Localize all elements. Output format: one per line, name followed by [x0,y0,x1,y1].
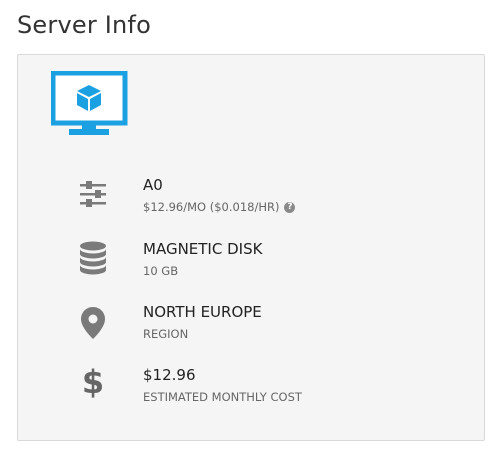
disk-type-title: MAGNETIC DISK [143,240,263,258]
server-info-page: Server Info A0 $12.96/MO ($0.018/HR) ? M… [0,0,500,454]
region-row: NORTH EUROPE REGION [0,303,468,353]
dollar-glyph: $ [81,363,105,401]
page-title: Server Info [17,11,151,39]
cost-row: $ $12.96 ESTIMATED MONTHLY COST [0,364,468,416]
region-label: REGION [143,327,189,341]
cost-title: $12.96 [143,366,196,384]
map-pin-icon [77,305,109,341]
server-size-price-text: $12.96/MO ($0.018/HR) [143,200,280,214]
region-title: NORTH EUROPE [143,303,262,321]
server-size-row: A0 $12.96/MO ($0.018/HR) ? [0,176,468,226]
database-icon [77,240,109,276]
sliders-icon [77,176,109,212]
dollar-icon: $ [77,364,109,400]
server-size-price: $12.96/MO ($0.018/HR) ? [143,200,296,214]
cost-label: ESTIMATED MONTHLY COST [143,390,302,404]
disk-row: MAGNETIC DISK 10 GB [0,240,468,290]
server-size-title: A0 [143,176,163,194]
question-circle-icon[interactable]: ? [284,201,296,213]
disk-size-text: 10 GB [143,264,179,278]
monitor-cube-icon [50,70,131,143]
